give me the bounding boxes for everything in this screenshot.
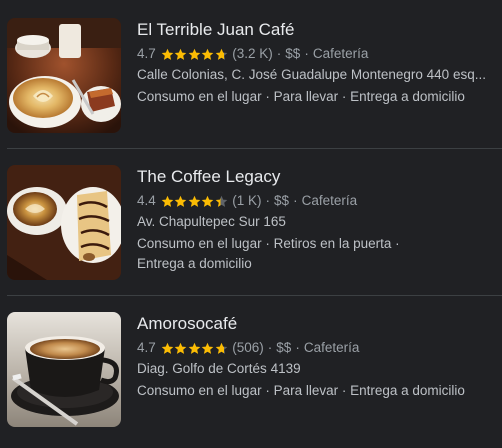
star-icon (161, 342, 174, 354)
star-icon (201, 48, 214, 60)
results-list: El Terrible Juan Café 4.7 (3.2 K) · $$ ·… (0, 0, 502, 448)
star-icon (215, 48, 228, 60)
separator: · (267, 340, 273, 355)
espresso-cup-photo-icon (7, 312, 121, 427)
separator: · (295, 340, 300, 355)
rating-value: 4.7 (137, 340, 156, 355)
service-options-line: Consumo en el lugar · Retiros en la puer… (137, 236, 400, 251)
star-icon (215, 195, 228, 207)
star-icon (188, 48, 201, 60)
place-info: Amorosocafé 4.7 (506) · $$ · Cafetería D… (137, 313, 499, 401)
place-address: Av. Chapultepec Sur 165 (137, 214, 286, 229)
price-level: $$ (274, 193, 290, 208)
place-photo[interactable] (7, 165, 121, 280)
place-name[interactable]: The Coffee Legacy (137, 166, 499, 188)
separator: · (276, 46, 282, 61)
review-count[interactable]: (3.2 K) (232, 45, 273, 63)
result-card[interactable]: The Coffee Legacy 4.4 (1 K) · $$ · Cafet… (0, 149, 502, 296)
star-icon (161, 48, 174, 60)
separator: · (293, 193, 298, 208)
place-category: Cafetería (303, 340, 360, 355)
service-options: Consumo en el lugar · Para llevar · Entr… (137, 87, 499, 107)
star-icon (174, 195, 187, 207)
separator: · (304, 46, 309, 61)
place-address: Calle Colonias, C. José Guadalupe Monten… (137, 67, 486, 82)
place-name[interactable]: El Terrible Juan Café (137, 19, 499, 41)
service-options-line: Entrega a domicilio (137, 256, 252, 271)
star-rating (161, 48, 229, 61)
star-icon (174, 48, 187, 60)
separator: · (265, 193, 271, 208)
place-category: Cafetería (312, 46, 369, 61)
result-card[interactable]: El Terrible Juan Café 4.7 (3.2 K) · $$ ·… (0, 2, 502, 149)
star-rating (161, 195, 229, 208)
rating-row: 4.7 (3.2 K) · $$ · Cafetería (137, 45, 499, 63)
rating-value: 4.4 (137, 193, 156, 208)
place-address: Diag. Golfo de Cortés 4139 (137, 361, 301, 376)
service-options-line: Consumo en el lugar · Para llevar · Entr… (137, 383, 465, 398)
star-icon (161, 195, 174, 207)
star-icon (188, 342, 201, 354)
rating-row: 4.7 (506) · $$ · Cafetería (137, 339, 499, 357)
price-level: $$ (285, 46, 301, 61)
star-icon (174, 342, 187, 354)
review-count[interactable]: (506) (232, 339, 264, 357)
star-rating (161, 342, 229, 355)
place-photo[interactable] (7, 312, 121, 427)
review-count[interactable]: (1 K) (232, 192, 261, 210)
coffee-and-crepe-photo-icon (7, 165, 121, 280)
place-info: The Coffee Legacy 4.4 (1 K) · $$ · Cafet… (137, 166, 499, 274)
rating-value: 4.7 (137, 46, 156, 61)
service-options-line: Consumo en el lugar · Para llevar · Entr… (137, 89, 465, 104)
star-icon (188, 195, 201, 207)
star-icon (201, 195, 214, 207)
service-options: Consumo en el lugar · Retiros en la puer… (137, 234, 499, 274)
coffee-latte-art-photo-icon (7, 18, 121, 133)
place-info: El Terrible Juan Café 4.7 (3.2 K) · $$ ·… (137, 19, 499, 107)
service-options: Consumo en el lugar · Para llevar · Entr… (137, 381, 499, 401)
place-photo[interactable] (7, 18, 121, 133)
star-icon (215, 342, 228, 354)
place-category: Cafetería (301, 193, 358, 208)
result-card[interactable]: Amorosocafé 4.7 (506) · $$ · Cafetería D… (0, 296, 502, 443)
rating-row: 4.4 (1 K) · $$ · Cafetería (137, 192, 499, 210)
star-icon (201, 342, 214, 354)
place-name[interactable]: Amorosocafé (137, 313, 499, 335)
price-level: $$ (276, 340, 292, 355)
